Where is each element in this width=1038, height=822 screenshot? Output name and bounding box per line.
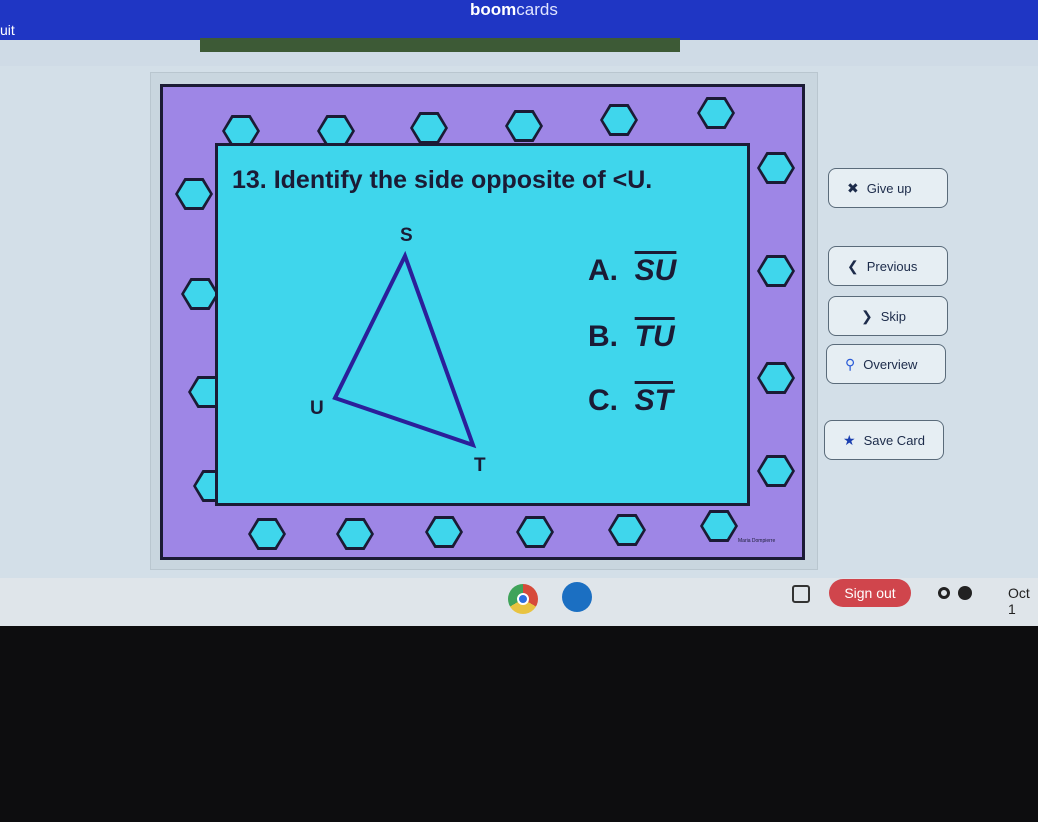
option-c[interactable]: C. ST [588,384,673,418]
sign-out-button[interactable]: Sign out [829,579,911,607]
triangle-diagram [332,250,477,449]
option-letter: B. [588,320,618,353]
button-label: Skip [880,308,907,324]
skip-button[interactable]: ❯ Skip [828,296,948,336]
give-up-button[interactable]: ✖ Give up [828,168,948,208]
previous-button[interactable]: ❮ Previous [828,246,948,286]
vertex-u: U [310,398,324,419]
option-a[interactable]: A. SU [588,254,676,288]
progress-bar [200,38,680,52]
option-b[interactable]: B. TU [588,320,675,354]
status-icon[interactable] [938,587,950,599]
screen-capture-icon[interactable] [792,585,810,603]
button-label: Overview [863,356,918,372]
option-segment: ST [634,384,674,417]
logo-light: cards [516,0,558,19]
save-card-button[interactable]: ★ Save Card [824,420,944,460]
logo-bold: boom [470,0,517,19]
button-label: Save Card [863,432,925,448]
question-text: 13. Identify the side opposite of <U. [232,166,653,194]
option-letter: C. [588,384,618,417]
overview-button[interactable]: ⚲ Overview [826,344,946,384]
button-label: Give up [866,180,912,196]
chrome-icon[interactable] [508,584,538,614]
chevron-left-icon: ❮ [847,257,859,274]
x-icon: ✖ [847,179,859,196]
option-letter: A. [588,254,618,287]
tab-title[interactable]: uit [0,22,15,38]
search-icon: ⚲ [845,355,856,372]
vertex-t: T [474,455,486,476]
boomcards-logo: boomcards [470,0,558,20]
author-credit: Maria Dompierre [738,538,776,544]
chevron-right-icon: ❯ [861,307,873,324]
app-icon[interactable] [562,582,592,612]
notification-icon[interactable] [958,586,972,600]
option-segment: SU [634,254,677,287]
triangle [332,250,477,449]
vertex-s: S [400,225,413,246]
star-icon: ★ [843,431,856,448]
option-segment: TU [634,320,675,353]
button-label: Previous [866,258,918,274]
date[interactable]: Oct 1 [1008,585,1038,617]
